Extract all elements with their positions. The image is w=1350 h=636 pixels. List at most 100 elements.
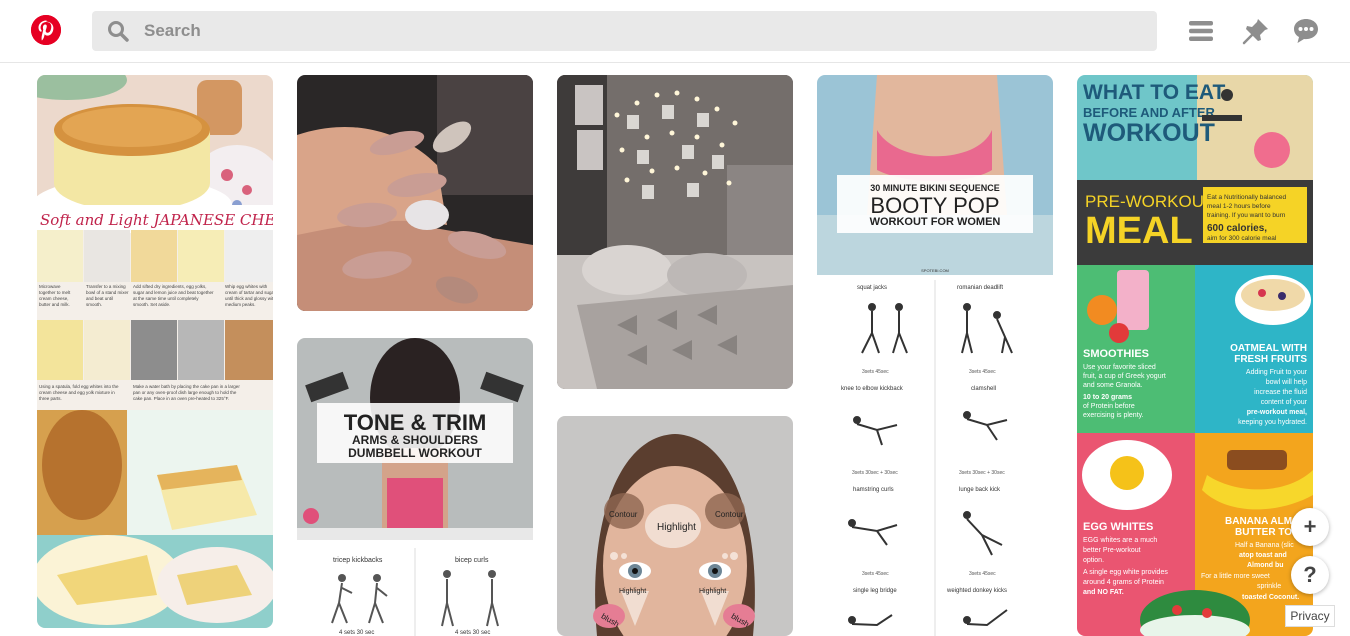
tone-trim-title: TONE & TRIM	[344, 410, 487, 435]
svg-text:and NO FAT.: and NO FAT.	[1083, 589, 1124, 596]
svg-text:single leg bridge: single leg bridge	[853, 588, 897, 594]
hamburger-menu-icon[interactable]	[1186, 16, 1216, 46]
svg-text:of Protein before: of Protein before	[1083, 403, 1135, 410]
svg-text:better Pre-workout: better Pre-workout	[1083, 547, 1141, 554]
svg-text:Almond bu: Almond bu	[1247, 562, 1284, 569]
svg-text:cake pan. Place in an oven pre: cake pan. Place in an oven pre-heated to…	[133, 396, 229, 401]
add-pin-button[interactable]: +	[1291, 508, 1329, 546]
tone-trim-line3: DUMBBELL WORKOUT	[348, 446, 482, 460]
svg-text:3sets 45sec: 3sets 45sec	[862, 571, 889, 577]
svg-text:fruit, a cup of Greek yogurt: fruit, a cup of Greek yogurt	[1083, 373, 1166, 380]
svg-text:pan or any oven-proof dish lar: pan or any oven-proof dish large enough …	[133, 390, 237, 395]
oatmeal-title-2: FRESH FRUITS	[1234, 354, 1307, 365]
svg-text:Whip egg whites with: Whip egg whites with	[225, 284, 268, 289]
pin-bedroom[interactable]	[557, 75, 793, 389]
svg-text:smooth.: smooth.	[86, 302, 102, 307]
label-highlight-left: Highlight	[619, 588, 646, 595]
svg-text:keeping you hydrated.: keeping you hydrated.	[1238, 419, 1307, 426]
svg-text:bowl of a stand mixer: bowl of a stand mixer	[86, 290, 129, 295]
svg-text:Half a Banana (slic: Half a Banana (slic	[1235, 542, 1294, 549]
pre-workout-small: PRE-WORKOUT	[1085, 192, 1214, 211]
svg-text:10 to 20 grams: 10 to 20 grams	[1083, 394, 1132, 401]
svg-text:Add sifted dry ingredients, eg: Add sifted dry ingredients, egg yolks,	[133, 284, 207, 289]
label-contour-right: Contour	[715, 510, 744, 519]
pre-workout-big: MEAL	[1085, 210, 1193, 252]
svg-text:pre-workout meal,: pre-workout meal,	[1247, 409, 1307, 416]
svg-text:at the same time until complet: at the same time until completely	[133, 296, 199, 301]
svg-text:Make a water bath by placing t: Make a water bath by placing the cake pa…	[133, 384, 240, 389]
pushpin-icon[interactable]	[1241, 16, 1271, 46]
help-button[interactable]: ?	[1291, 556, 1329, 594]
booty-title2: WORKOUT FOR WOMEN	[870, 216, 1001, 228]
banana-title-1: BANANA ALMO	[1225, 516, 1300, 527]
booty-subtitle: 30 MINUTE BIKINI SEQUENCE	[870, 183, 1000, 193]
svg-text:sugar and lemon juice and beat: sugar and lemon juice and beat together	[133, 290, 214, 295]
svg-text:romanian deadlift: romanian deadlift	[957, 285, 1003, 291]
pinterest-logo-icon[interactable]	[31, 15, 61, 45]
svg-text:aim for 300 calorie meal: aim for 300 calorie meal	[1207, 235, 1277, 242]
svg-text:three parts.: three parts.	[39, 396, 62, 401]
svg-text:bowl will help: bowl will help	[1266, 379, 1307, 386]
svg-text:A single egg white provides: A single egg white provides	[1083, 569, 1168, 576]
svg-text:around 4 grams of Protein: around 4 grams of Protein	[1083, 579, 1164, 586]
svg-text:meal 1-2 hours before: meal 1-2 hours before	[1207, 203, 1271, 210]
tone-trim-line2: ARMS & SHOULDERS	[352, 433, 478, 447]
svg-text:smooth. Set aside.: smooth. Set aside.	[133, 302, 170, 307]
cheesecake-title: Soft and Light JAPANESE CHEESECAKE	[40, 211, 273, 229]
label-contour-left: Contour	[609, 510, 638, 519]
pin-cheesecake[interactable]: Soft and Light JAPANESE CHEESECAKE Micro…	[37, 75, 273, 628]
pin-booty-pop[interactable]: 30 MINUTE BIKINI SEQUENCE BOOTY POP WORK…	[817, 75, 1053, 636]
svg-text:cream of tartar and sugar: cream of tartar and sugar	[225, 290, 273, 295]
svg-text:training. If you want to burn: training. If you want to burn	[1207, 212, 1286, 219]
question-mark-icon: ?	[1303, 562, 1317, 587]
svg-text:cream cheese and egg yolk mixt: cream cheese and egg yolk mixture in	[39, 390, 115, 395]
search-bar[interactable]	[92, 11, 1157, 51]
pin-what-to-eat[interactable]: WHAT TO EAT BEFORE AND AFTER WORKOUT PRE…	[1077, 75, 1313, 636]
pin-nails[interactable]	[297, 75, 533, 311]
egg-title: EGG WHITES	[1083, 521, 1153, 533]
eat-title-3: WORKOUT	[1083, 119, 1215, 147]
label-highlight-right: Highlight	[699, 588, 726, 595]
privacy-link[interactable]: Privacy	[1285, 605, 1335, 627]
svg-text:sprinkle: sprinkle	[1257, 583, 1281, 590]
exercise-tricep: tricep kickbacks	[333, 557, 383, 564]
pin-contour[interactable]: Contour Highlight Contour Highlight High…	[557, 416, 793, 636]
svg-text:option.: option.	[1083, 557, 1104, 564]
svg-text:3sets 30sec + 30sec: 3sets 30sec + 30sec	[852, 470, 898, 476]
svg-text:Transfer to a mixing: Transfer to a mixing	[86, 284, 126, 289]
svg-text:medium peaks.: medium peaks.	[225, 302, 256, 307]
label-highlight-center: Highlight	[657, 522, 696, 533]
smoothies-title: SMOOTHIES	[1083, 348, 1149, 360]
booty-site: SPOTEBI.COM	[921, 268, 949, 273]
svg-text:3sets 30sec + 30sec: 3sets 30sec + 30sec	[959, 470, 1005, 476]
svg-text:cream cheese,: cream cheese,	[39, 296, 69, 301]
svg-text:knee to elbow kickback: knee to elbow kickback	[841, 386, 904, 392]
search-icon	[106, 19, 130, 43]
svg-text:Microwave: Microwave	[39, 284, 61, 289]
svg-text:squat jacks: squat jacks	[857, 285, 887, 291]
reps-bicep: 4 sets 30 sec	[455, 630, 490, 636]
svg-text:Using a spatula, fold egg whit: Using a spatula, fold egg whites into th…	[39, 384, 119, 389]
svg-text:exercising is plenty.: exercising is plenty.	[1083, 412, 1144, 419]
svg-text:content of your: content of your	[1261, 399, 1308, 406]
svg-text:and beat until: and beat until	[86, 296, 113, 301]
search-input[interactable]	[144, 21, 1044, 41]
pin-tone-trim[interactable]: TONE & TRIM ARMS & SHOULDERS DUMBBELL WO…	[297, 338, 533, 636]
reps-tricep: 4 sets 30 sec	[339, 630, 374, 636]
svg-text:Use your favorite sliced: Use your favorite sliced	[1083, 364, 1156, 371]
pinterest-logo-glyph	[31, 15, 61, 45]
svg-text:lunge back kick: lunge back kick	[959, 487, 1001, 493]
svg-text:For a little more sweet: For a little more sweet	[1201, 573, 1270, 580]
chat-bubble-icon[interactable]	[1291, 16, 1321, 46]
svg-text:Eat a Nutritionally balanced: Eat a Nutritionally balanced	[1207, 194, 1287, 201]
svg-text:600 calories,: 600 calories,	[1207, 223, 1267, 234]
eat-title-2: BEFORE AND AFTER	[1083, 105, 1216, 120]
svg-text:Adding Fruit to your: Adding Fruit to your	[1246, 369, 1308, 376]
svg-text:weighted donkey kicks: weighted donkey kicks	[946, 588, 1007, 594]
svg-text:clamshell: clamshell	[971, 386, 996, 392]
eat-title-1: WHAT TO EAT	[1083, 81, 1225, 104]
svg-text:3sets 45sec: 3sets 45sec	[969, 369, 996, 375]
svg-text:and some Granola.: and some Granola.	[1083, 382, 1143, 389]
top-header	[0, 0, 1350, 63]
plus-icon: +	[1303, 514, 1317, 539]
